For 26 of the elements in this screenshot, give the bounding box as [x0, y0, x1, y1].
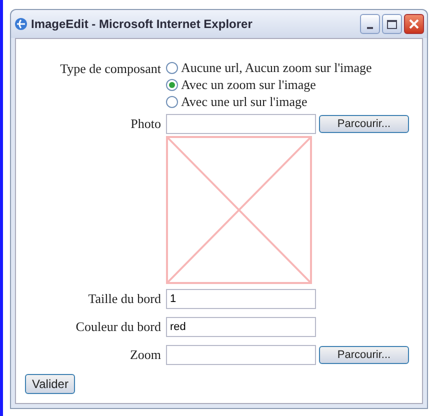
radio-label: Avec une url sur l'image [181, 92, 308, 111]
field-label: Zoom [128, 346, 162, 364]
close-button[interactable] [404, 14, 424, 34]
text-field[interactable] [166, 114, 316, 134]
browser-icon [14, 17, 28, 31]
radio-button[interactable] [166, 96, 178, 108]
radio-button[interactable] [166, 78, 178, 90]
submit-button[interactable]: Valider [25, 374, 76, 394]
text-field[interactable]: 1 [166, 289, 316, 309]
radio-button[interactable] [166, 62, 178, 74]
close-icon [409, 19, 419, 29]
browse-button[interactable]: Parcourir... [319, 346, 409, 364]
minimize-button[interactable] [360, 14, 380, 34]
text-field[interactable] [166, 345, 316, 365]
radio-label: Aucune url, Aucun zoom sur l'image [181, 58, 372, 77]
minimize-icon [367, 27, 373, 29]
window-title: ImageEdit - Microsoft Internet Explorer [31, 16, 252, 33]
text-field[interactable]: red [166, 317, 316, 337]
field-label: Taille du bord [87, 290, 162, 308]
maximize-icon [387, 20, 397, 28]
field-label: Couleur du bord [74, 318, 162, 336]
radio-label: Avec un zoom sur l'image [181, 76, 316, 94]
field-label: Photo [130, 115, 162, 134]
browse-button[interactable]: Parcourir... [319, 115, 409, 133]
field-label: Type de composant [59, 60, 162, 78]
maximize-button[interactable] [382, 14, 402, 34]
